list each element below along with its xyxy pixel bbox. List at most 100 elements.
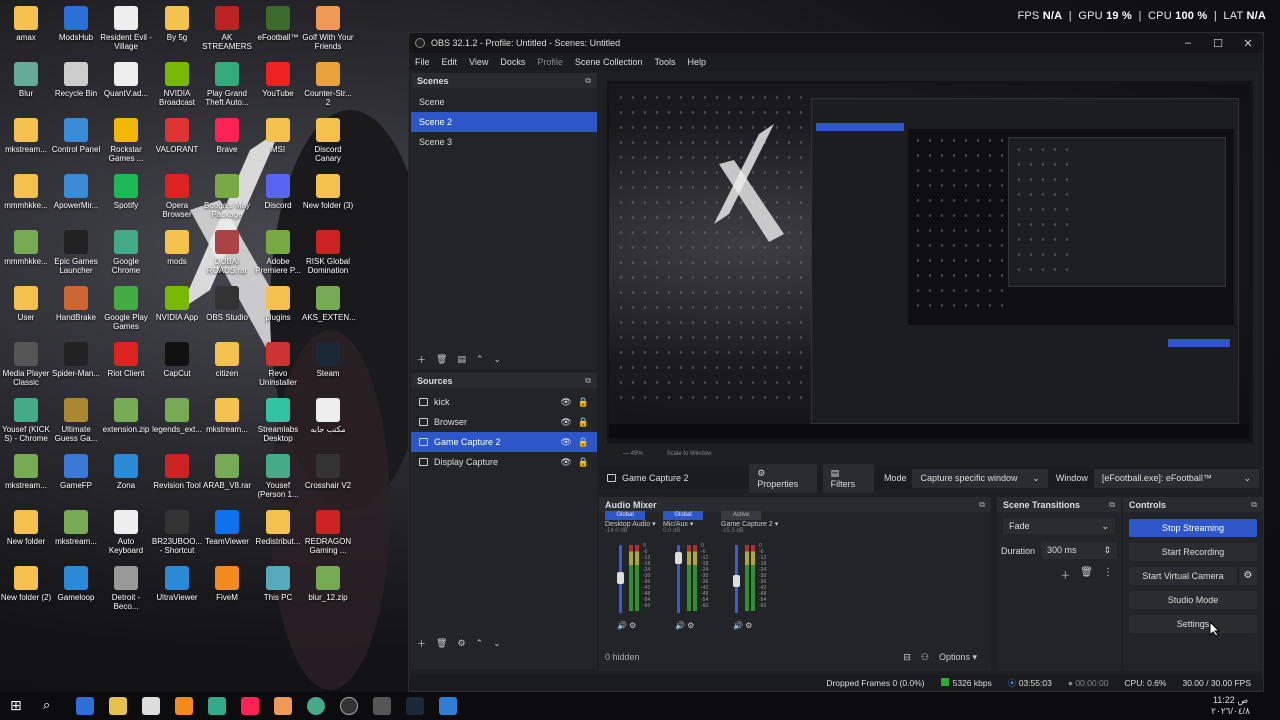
desktop-icon[interactable]: OBS Studio bbox=[201, 286, 253, 322]
zoom-level[interactable]: — 49% bbox=[623, 451, 643, 457]
desktop-icon[interactable]: Media Player Classic bbox=[0, 342, 52, 387]
window-icon[interactable] bbox=[373, 697, 391, 715]
source-item-display-capture[interactable]: Display Capture 👁 🔒 bbox=[411, 452, 597, 472]
move-up-icon[interactable]: ⌃ bbox=[476, 638, 484, 649]
desktop-icon[interactable]: Opera Browser bbox=[151, 174, 203, 219]
channel-name[interactable]: Desktop Audio ▾ bbox=[605, 520, 663, 528]
game-app-icon[interactable] bbox=[175, 697, 193, 715]
start-icon[interactable]: ⊞ bbox=[10, 697, 28, 715]
lock-icon[interactable]: 🔒 bbox=[578, 432, 589, 452]
lock-icon[interactable]: 🔒 bbox=[578, 392, 589, 412]
desktop-icon[interactable]: Resident Evil - Village bbox=[100, 6, 152, 51]
desktop-icon[interactable]: Spotify bbox=[100, 174, 152, 210]
desktop-icon[interactable]: Discord bbox=[252, 174, 304, 210]
desktop-icon[interactable]: amax bbox=[0, 6, 52, 42]
desktop-icon[interactable]: New folder (2) bbox=[0, 566, 52, 602]
desktop-icon[interactable]: eFootball™ bbox=[252, 6, 304, 42]
desktop-icon[interactable]: This PC bbox=[252, 566, 304, 602]
desktop-icon[interactable]: blur_12.zip bbox=[302, 566, 354, 602]
desktop-icon[interactable]: Steam bbox=[302, 342, 354, 378]
desktop-icon[interactable]: Recycle Bin bbox=[50, 62, 102, 98]
desktop-icon[interactable]: AKS_EXTEN... bbox=[302, 286, 356, 322]
desktop-icon[interactable]: TeamViewer bbox=[201, 510, 253, 546]
move-up-icon[interactable]: ⌃ bbox=[476, 354, 484, 365]
desktop-icon[interactable]: mkstream... bbox=[50, 510, 102, 546]
steam-icon[interactable] bbox=[406, 697, 424, 715]
desktop-icon[interactable]: Ultimate Guess Ga... bbox=[50, 398, 102, 443]
desktop-icon[interactable]: Revo Uninstaller bbox=[252, 342, 304, 387]
undock-icon[interactable]: ⧉ bbox=[585, 376, 591, 386]
desktop-icon[interactable]: mmmhkke... bbox=[0, 230, 52, 266]
desktop-icon[interactable]: BR23UBOO... - Shortcut bbox=[151, 510, 203, 555]
move-down-icon[interactable]: ⌄ bbox=[494, 354, 502, 365]
desktop-icon[interactable]: NVIDIA Broadcast bbox=[151, 62, 203, 107]
menu-docks[interactable]: Docks bbox=[500, 57, 525, 67]
menu-view[interactable]: View bbox=[469, 57, 488, 67]
scene-item-1[interactable]: Scene bbox=[411, 92, 597, 112]
vscode-icon[interactable] bbox=[439, 697, 457, 715]
mute-and-settings-icons[interactable]: 🔊 ⚙ bbox=[675, 621, 694, 630]
menu-tools[interactable]: Tools bbox=[654, 57, 675, 67]
desktop-icon[interactable]: Auto Keyboard bbox=[100, 510, 152, 555]
desktop-icon[interactable]: Booga's May Package bbox=[201, 174, 253, 219]
explorer-icon[interactable] bbox=[76, 697, 94, 715]
close-icon[interactable]: ✕ bbox=[1233, 37, 1263, 50]
desktop-icon[interactable]: Yousef (KICK S) - Chrome bbox=[0, 398, 52, 443]
remove-source-icon[interactable]: 🗑 bbox=[436, 638, 447, 649]
menu-edit[interactable]: Edit bbox=[442, 57, 458, 67]
desktop-icon[interactable]: legends_ext... bbox=[151, 398, 203, 434]
mute-and-settings-icons[interactable]: 🔊 ⚙ bbox=[733, 621, 752, 630]
undock-icon[interactable]: ⧉ bbox=[1109, 500, 1115, 510]
menu-help[interactable]: Help bbox=[687, 57, 706, 67]
lock-icon[interactable]: 🔒 bbox=[578, 412, 589, 432]
volume-fader[interactable] bbox=[675, 545, 682, 613]
brave-icon[interactable] bbox=[241, 697, 259, 715]
desktop-icon[interactable]: GameFP bbox=[50, 454, 102, 490]
desktop-icon[interactable]: Play Grand Theft Auto... bbox=[201, 62, 253, 107]
desktop-icon[interactable]: Revision Tool bbox=[151, 454, 203, 490]
fader-handle[interactable] bbox=[617, 572, 624, 584]
desktop-icon[interactable]: Discord Canary bbox=[302, 118, 354, 163]
desktop-icon[interactable]: ARAB_V8.rar bbox=[201, 454, 253, 490]
desktop-icon[interactable]: extension.zip bbox=[100, 398, 152, 434]
desktop-icon[interactable]: citizen bbox=[201, 342, 253, 378]
undock-icon[interactable]: ⧉ bbox=[979, 500, 985, 510]
desktop-icon[interactable]: QuantV.ad... bbox=[100, 62, 152, 98]
desktop-icon[interactable]: New folder (3) bbox=[302, 174, 354, 210]
virtual-camera-settings-icon[interactable]: ⚙ bbox=[1239, 567, 1257, 585]
desktop-icon[interactable]: Blur bbox=[0, 62, 52, 98]
more-options-icon[interactable]: ⋮ bbox=[1103, 567, 1113, 582]
source-item-kick[interactable]: kick 👁 🔒 bbox=[411, 392, 597, 412]
remove-scene-icon[interactable]: 🗑 bbox=[436, 354, 447, 365]
desktop-icon[interactable]: Spider-Man... bbox=[50, 342, 102, 378]
folder-icon[interactable] bbox=[109, 697, 127, 715]
desktop-icon[interactable]: mkstream... bbox=[201, 398, 253, 434]
app-icon[interactable] bbox=[274, 697, 292, 715]
search-icon[interactable]: ⌕ bbox=[43, 697, 61, 715]
preview-canvas[interactable] bbox=[607, 81, 1253, 443]
source-item-browser[interactable]: Browser 👁 🔒 bbox=[411, 412, 597, 432]
duration-input[interactable]: 300 ms ⇕ bbox=[1041, 542, 1117, 559]
mode-select[interactable]: Capture specific window ⌄ bbox=[912, 468, 1048, 488]
volume-fader[interactable] bbox=[617, 545, 624, 613]
desktop-icon[interactable]: REDRAGON Gaming ... bbox=[302, 510, 354, 555]
desktop-icon[interactable]: mmmhkke... bbox=[0, 174, 52, 210]
obs-icon[interactable] bbox=[340, 697, 358, 715]
channel-name[interactable]: Game Capture 2 ▾ bbox=[721, 520, 779, 528]
desktop-icon[interactable]: Riot Client bbox=[100, 342, 152, 378]
desktop-icon[interactable]: Google Play Games bbox=[100, 286, 152, 331]
scene-item-2[interactable]: Scene 2 bbox=[411, 112, 597, 132]
desktop-icon[interactable]: By 5g bbox=[151, 6, 203, 42]
desktop-icon[interactable]: Streamlabs Desktop bbox=[252, 398, 304, 443]
properties-button[interactable]: ⚙ Properties bbox=[749, 463, 817, 493]
desktop-icon[interactable]: Counter-Str... 2 bbox=[302, 62, 354, 107]
desktop-icon[interactable]: Zona bbox=[100, 454, 152, 490]
desktop-icon[interactable]: Crosshair V2 bbox=[302, 454, 354, 490]
lock-icon[interactable]: 🔒 bbox=[578, 452, 589, 472]
desktop-icon[interactable]: Detroit - Beco... bbox=[100, 566, 152, 611]
settings-button[interactable]: Settings bbox=[1129, 615, 1257, 633]
eye-icon[interactable]: 👁 bbox=[560, 392, 571, 412]
desktop-icon[interactable]: Brave bbox=[201, 118, 253, 154]
source-item-game-capture[interactable]: Game Capture 2 👁 🔒 bbox=[411, 432, 597, 452]
desktop-icon[interactable]: mods bbox=[151, 230, 203, 266]
